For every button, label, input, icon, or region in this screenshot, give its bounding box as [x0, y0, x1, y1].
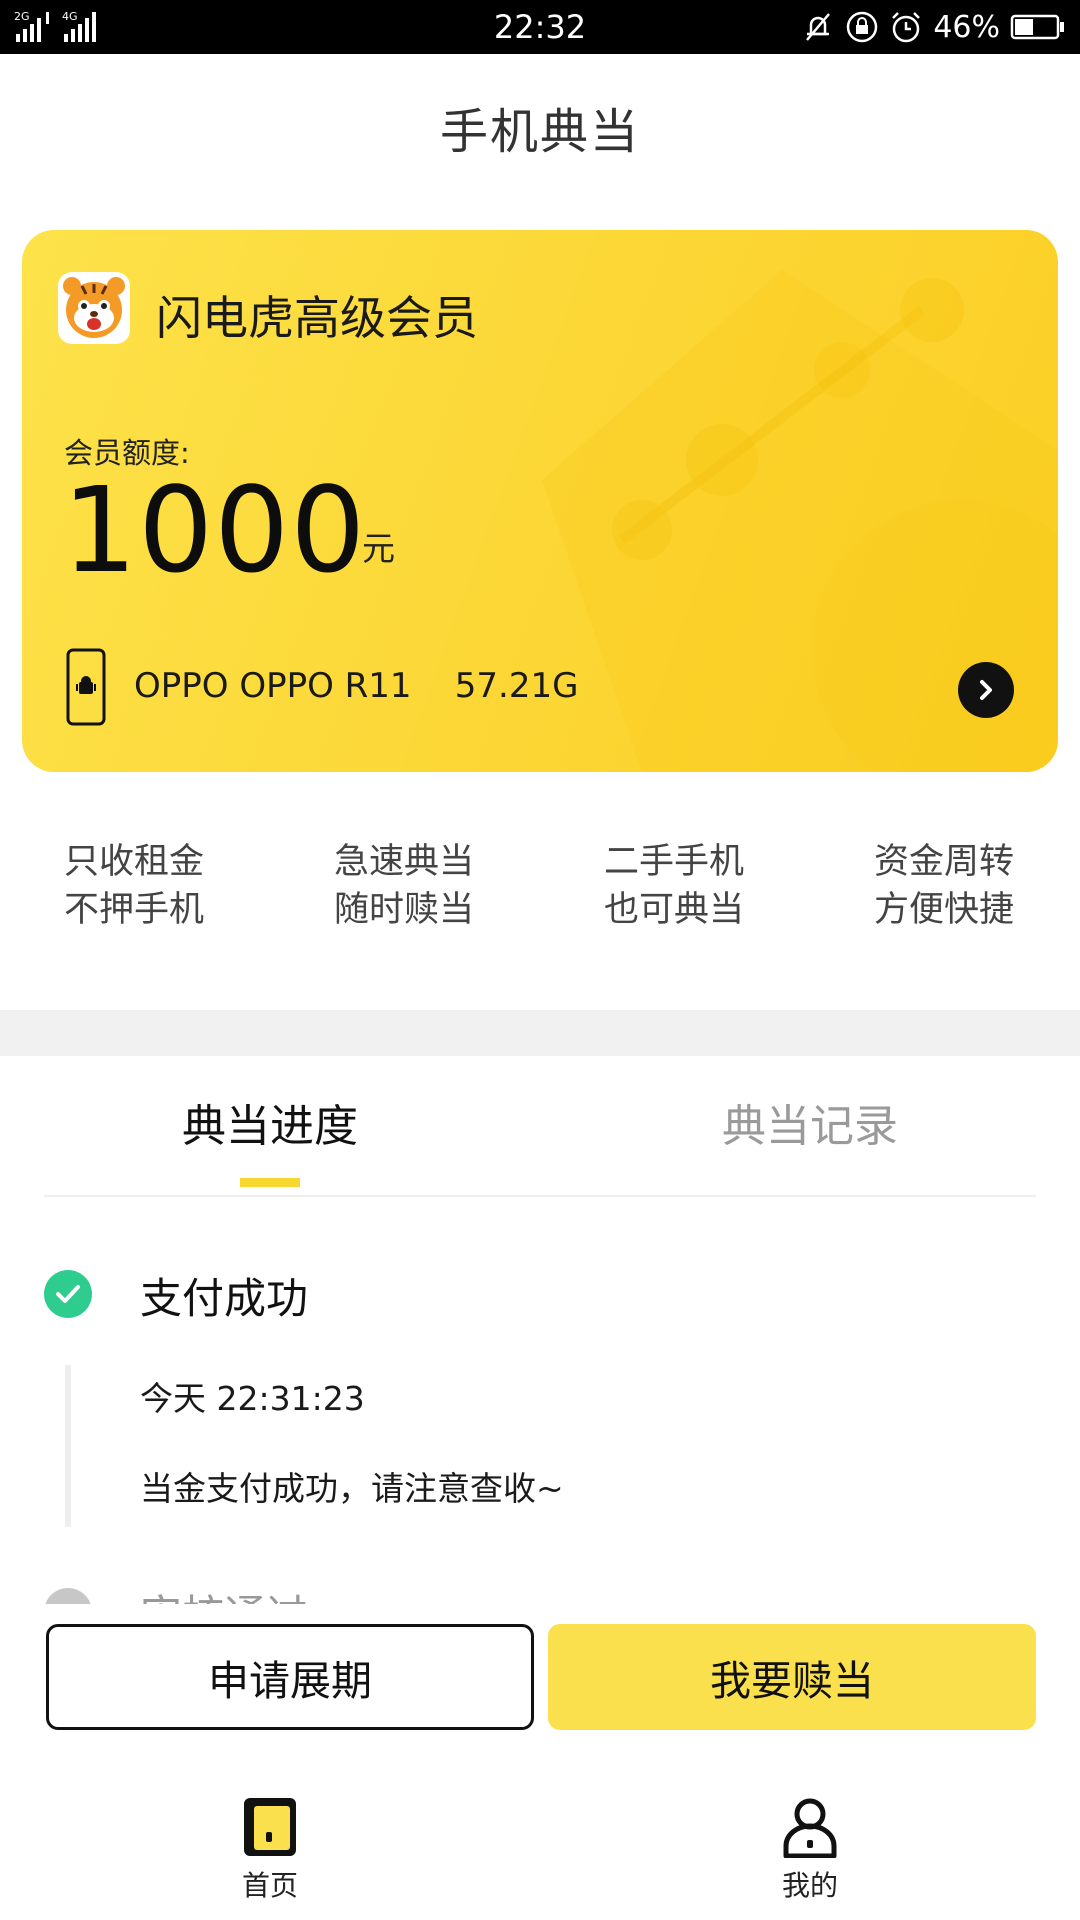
- active-tab-indicator: [240, 1178, 300, 1187]
- feature-list: 只收租金 不押手机 急速典当 随时赎当 二手手机 也可典当 资金周转 方便快捷: [0, 838, 1080, 948]
- feature-item: 二手手机 也可典当: [604, 838, 784, 934]
- tab-divider: [44, 1195, 1036, 1197]
- device-info: OPPO OPPO R11 57.21G: [134, 666, 579, 706]
- timeline-step-next: 审核通过: [0, 1574, 1080, 1604]
- feature-item: 急速典当 随时赎当: [334, 838, 514, 934]
- card-title: 闪电虎高级会员: [156, 291, 478, 345]
- timeline-line: [65, 1365, 71, 1527]
- feature-line: 只收租金: [64, 842, 205, 882]
- step-time: 今天 22:31:23: [140, 1379, 365, 1418]
- status-bar: 2G 4G 22:32 46%: [0, 0, 1080, 54]
- rotation-lock-icon: [847, 11, 878, 43]
- nav-mine[interactable]: 我的: [730, 1796, 890, 1904]
- step-title: 审核通过: [140, 1582, 308, 1604]
- pending-circle-icon: [44, 1588, 92, 1604]
- alarm-icon: [892, 12, 921, 43]
- step-title: 支付成功: [140, 1274, 309, 1323]
- card-detail-button[interactable]: [958, 662, 1014, 718]
- member-card[interactable]: 闪电虎高级会员 会员额度: 1000 元 OPPO OPPO R11 57.21…: [22, 230, 1058, 772]
- quota-value: 1000: [62, 461, 367, 599]
- page-title: 手机典当: [439, 104, 640, 160]
- feature-item: 只收租金 不押手机: [64, 838, 244, 934]
- redeem-button[interactable]: 我要赎当: [548, 1624, 1036, 1730]
- phone-android-icon: [66, 648, 106, 726]
- feature-line: 随时赎当: [334, 890, 475, 930]
- battery-icon: [1010, 14, 1064, 40]
- apply-extension-button[interactable]: 申请展期: [46, 1624, 534, 1730]
- chevron-right-icon: [980, 680, 992, 700]
- user-icon: [783, 1798, 837, 1858]
- tab-pawn-records[interactable]: 典当记录: [660, 1090, 960, 1154]
- home-phone-icon: [244, 1798, 296, 1856]
- feature-line: 方便快捷: [874, 890, 1015, 930]
- nav-label: 首页: [241, 1869, 298, 1902]
- feature-line: 急速典当: [334, 842, 475, 882]
- status-right: 46%: [801, 8, 1066, 46]
- nav-label: 我的: [781, 1869, 838, 1902]
- feature-line: 资金周转: [874, 842, 1015, 882]
- nav-home[interactable]: 首页: [190, 1796, 350, 1904]
- check-circle-icon: [44, 1270, 92, 1318]
- tiger-logo-icon: [58, 272, 130, 344]
- quota-unit: 元: [362, 529, 395, 568]
- battery-percent: 46%: [933, 9, 1000, 45]
- section-divider: [0, 1010, 1080, 1056]
- feature-item: 资金周转 方便快捷: [874, 838, 1054, 934]
- tab-pawn-progress[interactable]: 典当进度: [120, 1090, 420, 1154]
- feature-line: 二手手机: [604, 842, 745, 882]
- step-description: 当金支付成功，请注意查收~: [140, 1469, 564, 1508]
- feature-line: 也可典当: [604, 890, 745, 930]
- feature-line: 不押手机: [64, 890, 205, 930]
- mute-icon: [806, 13, 831, 41]
